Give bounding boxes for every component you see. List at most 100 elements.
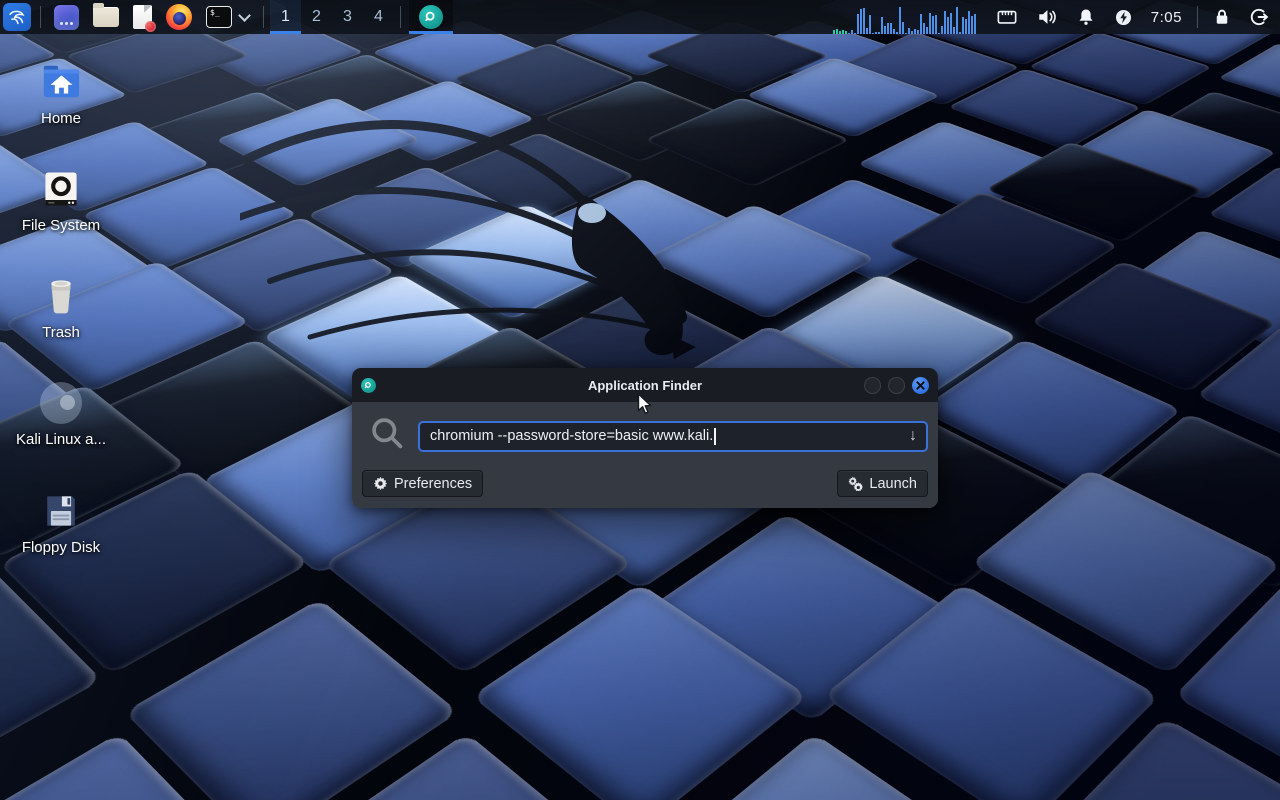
search-input[interactable]: chromium --password-store=basic www.kali…: [418, 421, 928, 452]
dialog-body: chromium --password-store=basic www.kali…: [352, 402, 938, 508]
window-app-icon: [54, 5, 79, 30]
load-graph-bar: [926, 27, 928, 34]
clock[interactable]: 7:05: [1151, 9, 1182, 26]
workspace-1[interactable]: 1: [270, 0, 301, 34]
launcher-file-manager[interactable]: [93, 0, 119, 34]
load-graph-bar: [962, 17, 964, 34]
volume-icon[interactable]: [1036, 7, 1058, 27]
search-icon: [369, 415, 406, 457]
panel-separator: [1197, 6, 1198, 28]
launch-label: Launch: [869, 476, 917, 492]
desktop-icon-label: Kali Linux a...: [16, 431, 106, 448]
load-graph-bar: [878, 32, 880, 34]
load-graph-bar: [887, 23, 889, 34]
load-graph-bar: [863, 8, 865, 34]
load-graph-bar: [869, 15, 871, 34]
load-graph-bar: [899, 7, 901, 34]
load-graph-bar: [842, 30, 844, 34]
applications-menu-button[interactable]: [0, 0, 34, 34]
preferences-button[interactable]: Preferences: [362, 470, 483, 497]
firefox-icon: [166, 4, 192, 30]
load-graph-bar: [914, 29, 916, 34]
load-graph-bar: [968, 11, 970, 34]
load-graph-bar: [854, 33, 856, 34]
logout-icon[interactable]: [1249, 7, 1269, 27]
desktop-icon-label: Floppy Disk: [22, 539, 100, 556]
launcher-terminal[interactable]: $_: [206, 6, 253, 28]
minimize-button[interactable]: [864, 377, 881, 394]
window-title: Application Finder: [352, 378, 938, 393]
load-graph-bar: [944, 11, 946, 34]
notifications-bell-icon[interactable]: [1076, 7, 1096, 27]
workspace-2[interactable]: 2: [301, 0, 332, 34]
load-graph-bar: [890, 23, 892, 34]
load-graph-bar: [839, 31, 841, 34]
workspace-3[interactable]: 3: [332, 0, 363, 34]
lock-screen-icon[interactable]: [1213, 7, 1231, 27]
load-graph-bar: [866, 28, 868, 35]
load-graph-bar: [950, 13, 952, 34]
load-graph-bar: [857, 14, 859, 34]
system-load-graph[interactable]: [833, 4, 981, 34]
load-graph-bar: [974, 14, 976, 34]
load-graph-bar: [908, 28, 910, 34]
launch-button[interactable]: Launch: [837, 470, 928, 497]
history-dropdown-arrow-icon[interactable]: ↓: [909, 428, 917, 444]
load-graph-bar: [902, 22, 904, 34]
close-icon: [916, 381, 925, 390]
desktop-icon-home[interactable]: Home: [5, 56, 117, 127]
kali-logo-icon: [3, 3, 31, 31]
load-graph-bar: [893, 29, 895, 34]
terminal-icon: $_: [206, 6, 232, 28]
trash-bin-icon: [39, 270, 83, 322]
floppy-disk-icon: [39, 485, 83, 537]
home-folder-icon: [38, 56, 84, 108]
load-graph-bar: [905, 33, 907, 34]
load-graph-bar: [956, 7, 958, 34]
power-manager-icon[interactable]: [1114, 8, 1133, 27]
load-graph-bar: [848, 33, 850, 34]
load-graph-bar: [947, 17, 949, 34]
chevron-down-icon[interactable]: [238, 9, 251, 22]
load-graph-bar: [860, 9, 862, 34]
load-graph-bar: [929, 13, 931, 34]
close-button[interactable]: [912, 377, 929, 394]
desktop-icon-label: Home: [41, 110, 81, 127]
load-graph-bar: [935, 15, 937, 34]
network-icon[interactable]: [996, 7, 1018, 27]
panel-separator: [40, 6, 41, 28]
load-graph-bar: [845, 31, 847, 34]
launcher-firefox[interactable]: [166, 0, 192, 34]
load-graph-bar: [896, 32, 898, 35]
workspace-4[interactable]: 4: [363, 0, 394, 34]
panel-separator: [400, 6, 401, 28]
load-graph-bar: [965, 19, 967, 34]
load-graph-bar: [884, 26, 886, 35]
window-app-finder-icon: [361, 378, 376, 393]
desktop-icon-floppy[interactable]: Floppy Disk: [5, 485, 117, 556]
taskbar-application-finder-button[interactable]: [409, 0, 453, 34]
load-graph-bar: [920, 14, 922, 34]
load-graph-bar: [923, 23, 925, 34]
load-graph-bar: [959, 32, 961, 34]
text-caret: [714, 428, 716, 445]
launcher-text-editor[interactable]: [133, 0, 152, 34]
load-graph-bar: [875, 32, 877, 34]
launcher-desktop-settings[interactable]: [54, 0, 79, 34]
kali-ghost-icon: [40, 377, 82, 429]
desktop-icon-kali-linux[interactable]: Kali Linux a...: [5, 377, 117, 448]
desktop-icon-label: Trash: [42, 324, 80, 341]
desktop-icon-trash[interactable]: Trash: [5, 270, 117, 341]
desktop-icon-filesystem[interactable]: File System: [5, 163, 117, 234]
folder-icon: [93, 7, 119, 27]
titlebar[interactable]: Application Finder: [352, 368, 938, 402]
preferences-label: Preferences: [394, 476, 472, 492]
application-finder-icon: [419, 5, 443, 29]
launch-gears-icon: [848, 476, 863, 491]
maximize-button[interactable]: [888, 377, 905, 394]
load-graph-bar: [953, 27, 955, 34]
workspace-switcher: 1 2 3 4: [270, 0, 394, 34]
load-graph-bar: [932, 16, 934, 34]
application-finder-window: Application Finder chromium --password-s…: [352, 368, 938, 508]
load-graph-bar: [836, 29, 838, 34]
